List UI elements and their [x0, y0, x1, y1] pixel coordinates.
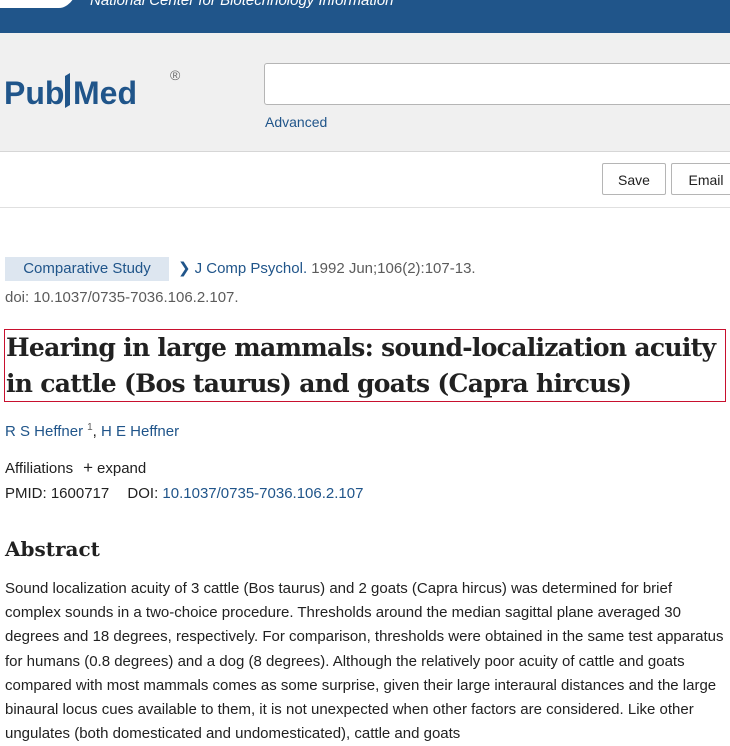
abstract-text: Sound localization acuity of 3 cattle (B…: [5, 580, 724, 743]
pmid-value: PMID: 1600717: [5, 485, 110, 502]
save-button[interactable]: Save: [602, 163, 666, 195]
authors-list: R S Heffner 1, H E Heffner: [5, 422, 179, 440]
article-identifiers: PMID: 1600717 DOI: 10.1037/0735-7036.106…: [5, 485, 363, 502]
affiliations-label: Affiliations: [5, 460, 74, 477]
pubmed-logo-bookmark: [65, 73, 70, 108]
ncbi-header: National Center for Biotechnology Inform…: [0, 0, 730, 33]
doi-label: DOI:: [127, 485, 159, 502]
action-bar: Save Email: [0, 152, 730, 208]
publication-type-badge[interactable]: Comparative Study: [5, 257, 169, 281]
expand-affiliations-button[interactable]: expand: [97, 460, 146, 477]
ncbi-logo[interactable]: [0, 0, 80, 8]
pubmed-logo-text-med: Med: [73, 75, 137, 111]
citation-details: 1992 Jun;106(2):107-13.: [311, 260, 476, 277]
abstract-heading: Abstract: [5, 537, 100, 561]
ncbi-org-name[interactable]: National Center for Biotechnology Inform…: [90, 0, 394, 9]
search-input[interactable]: [264, 63, 730, 105]
registered-mark: ®: [170, 67, 181, 83]
article-title: Hearing in large mammals: sound-localiza…: [6, 333, 716, 398]
journal-link[interactable]: J Comp Psychol.: [195, 260, 308, 277]
doi-citation: doi: 10.1037/0735-7036.106.2.107.: [5, 289, 239, 306]
plus-icon[interactable]: +: [83, 458, 93, 477]
author-link[interactable]: R S Heffner: [5, 423, 83, 440]
affiliations-row: Affiliations + expand: [5, 458, 146, 478]
author-link[interactable]: H E Heffner: [101, 423, 179, 440]
journal-citation: ❯ J Comp Psychol. 1992 Jun;106(2):107-13.: [178, 259, 476, 277]
pubmed-logo-text-pub: Pub: [4, 75, 64, 111]
doi-link[interactable]: 10.1037/0735-7036.106.2.107: [162, 485, 363, 502]
advanced-search-link[interactable]: Advanced: [265, 114, 327, 130]
search-header: Pub Med ® Advanced: [0, 33, 730, 152]
email-button[interactable]: Email: [671, 163, 730, 195]
chevron-right-icon[interactable]: ❯: [178, 260, 191, 277]
pubmed-logo[interactable]: Pub Med ®: [4, 65, 189, 121]
author-separator: ,: [92, 423, 97, 440]
